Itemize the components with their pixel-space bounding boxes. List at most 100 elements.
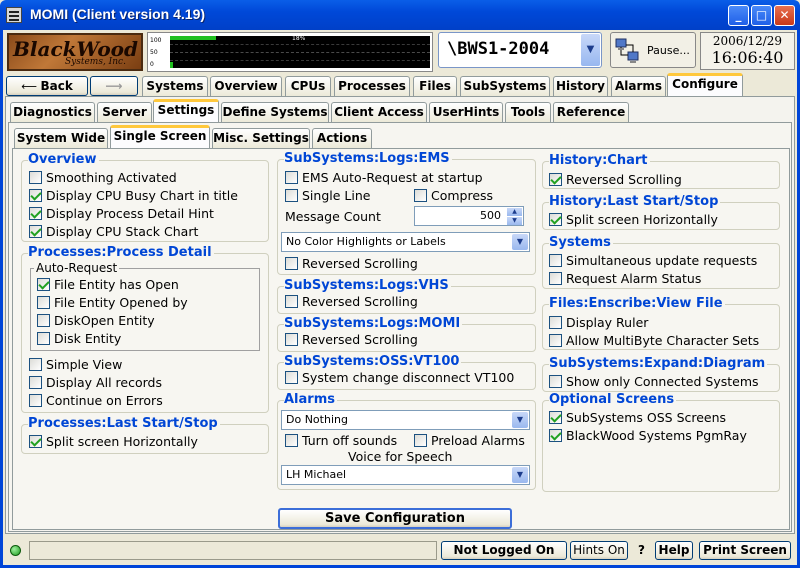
request-alarm-status-checkbox[interactable]: Request Alarm Status bbox=[549, 271, 701, 287]
display-ruler-checkbox[interactable]: Display Ruler bbox=[549, 315, 648, 331]
tab-diagnostics[interactable]: Diagnostics bbox=[10, 102, 95, 122]
message-count-spinner[interactable]: 500 ▲ ▼ bbox=[414, 206, 524, 226]
pgmray-checkbox[interactable]: BlackWood Systems PgmRay bbox=[549, 428, 747, 444]
history-split-horizontal-checkbox[interactable]: Split screen Horizontally bbox=[549, 212, 718, 228]
voice-select[interactable]: LH Michael ▼ bbox=[281, 465, 530, 485]
checkbox-box[interactable] bbox=[414, 189, 427, 202]
proc-split-horizontal-checkbox[interactable]: Split screen Horizontally bbox=[29, 434, 198, 450]
forward-button[interactable]: ⟶ bbox=[90, 76, 138, 96]
checkbox-box[interactable] bbox=[29, 394, 42, 407]
checkbox-box[interactable] bbox=[549, 429, 562, 442]
display-all-records-checkbox[interactable]: Display All records bbox=[29, 375, 162, 391]
checkbox-box[interactable] bbox=[37, 314, 50, 327]
chevron-down-icon[interactable]: ▼ bbox=[512, 412, 528, 428]
checkbox-box[interactable] bbox=[285, 257, 298, 270]
spin-up-icon[interactable]: ▲ bbox=[507, 208, 522, 216]
checkbox-box[interactable] bbox=[549, 316, 562, 329]
checkbox-box[interactable] bbox=[549, 213, 562, 226]
checkbox-box[interactable] bbox=[37, 296, 50, 309]
disk-entity-checkbox[interactable]: Disk Entity bbox=[37, 331, 121, 347]
chevron-down-icon[interactable]: ▼ bbox=[512, 467, 528, 483]
checkbox-box[interactable] bbox=[29, 435, 42, 448]
checkbox-box[interactable] bbox=[285, 295, 298, 308]
maximize-button[interactable]: □ bbox=[751, 5, 772, 26]
back-button[interactable]: ⟵ Back bbox=[6, 76, 88, 96]
login-status-button[interactable]: Not Logged On bbox=[441, 541, 567, 560]
tab-files[interactable]: Files bbox=[413, 76, 457, 96]
alarm-action-select[interactable]: Do Nothing ▼ bbox=[281, 410, 530, 430]
tab-history[interactable]: History bbox=[553, 76, 608, 96]
system-select[interactable]: \BWS1-2004 ▼ bbox=[438, 32, 602, 68]
tab-overview[interactable]: Overview bbox=[210, 76, 282, 96]
tab-cpus[interactable]: CPUs bbox=[285, 76, 331, 96]
checkbox-box[interactable] bbox=[29, 171, 42, 184]
spin-down-icon[interactable]: ▼ bbox=[507, 217, 522, 225]
tab-client-access[interactable]: Client Access bbox=[331, 102, 427, 122]
checkbox-box[interactable] bbox=[29, 207, 42, 220]
tab-tools[interactable]: Tools bbox=[505, 102, 551, 122]
question-icon[interactable]: ? bbox=[638, 543, 645, 557]
history-reversed-checkbox[interactable]: Reversed Scrolling bbox=[549, 172, 682, 188]
preload-alarms-checkbox[interactable]: Preload Alarms bbox=[414, 433, 525, 449]
cpu-stack-chart-checkbox[interactable]: Display CPU Stack Chart bbox=[29, 224, 198, 240]
print-screen-button[interactable]: Print Screen bbox=[699, 541, 791, 560]
checkbox-box[interactable] bbox=[285, 189, 298, 202]
checkbox-box[interactable] bbox=[29, 358, 42, 371]
pause-button[interactable]: Pause... bbox=[610, 32, 696, 68]
checkbox-box[interactable] bbox=[549, 375, 562, 388]
ems-reversed-checkbox[interactable]: Reversed Scrolling bbox=[285, 256, 418, 272]
tab-alarms[interactable]: Alarms bbox=[611, 76, 666, 96]
color-highlights-select[interactable]: No Color Highlights or Labels ▼ bbox=[281, 232, 530, 252]
file-entity-opened-by-checkbox[interactable]: File Entity Opened by bbox=[37, 295, 188, 311]
ems-auto-request-checkbox[interactable]: EMS Auto-Request at startup bbox=[285, 170, 483, 186]
chevron-down-icon[interactable]: ▼ bbox=[512, 234, 528, 250]
checkbox-box[interactable] bbox=[37, 332, 50, 345]
process-detail-hint-checkbox[interactable]: Display Process Detail Hint bbox=[29, 206, 214, 222]
tab-server[interactable]: Server bbox=[97, 102, 152, 122]
turn-off-sounds-checkbox[interactable]: Turn off sounds bbox=[285, 433, 397, 449]
checkbox-box[interactable] bbox=[37, 278, 50, 291]
diskopen-entity-checkbox[interactable]: DiskOpen Entity bbox=[37, 313, 155, 329]
momi-reversed-checkbox[interactable]: Reversed Scrolling bbox=[285, 332, 418, 348]
tab-subsystems[interactable]: SubSystems bbox=[460, 76, 550, 96]
checkbox-box[interactable] bbox=[285, 333, 298, 346]
checkbox-box[interactable] bbox=[29, 376, 42, 389]
checkbox-box[interactable] bbox=[29, 225, 42, 238]
minimize-button[interactable]: _ bbox=[728, 5, 749, 26]
tab-actions[interactable]: Actions bbox=[312, 128, 372, 148]
chevron-down-icon[interactable]: ▼ bbox=[581, 34, 600, 66]
save-configuration-button[interactable]: Save Configuration bbox=[278, 508, 512, 529]
checkbox-box[interactable] bbox=[285, 171, 298, 184]
oss-screens-checkbox[interactable]: SubSystems OSS Screens bbox=[549, 410, 726, 426]
checkbox-box[interactable] bbox=[549, 173, 562, 186]
single-line-checkbox[interactable]: Single Line bbox=[285, 188, 370, 204]
tab-reference[interactable]: Reference bbox=[553, 102, 629, 122]
checkbox-box[interactable] bbox=[549, 334, 562, 347]
smoothing-checkbox[interactable]: Smoothing Activated bbox=[29, 170, 177, 186]
tab-settings[interactable]: Settings bbox=[153, 99, 219, 122]
multibyte-checkbox[interactable]: Allow MultiByte Character Sets bbox=[549, 333, 759, 349]
help-button[interactable]: Help bbox=[655, 541, 693, 560]
hints-toggle-button[interactable]: Hints On bbox=[570, 541, 628, 560]
simultaneous-update-checkbox[interactable]: Simultaneous update requests bbox=[549, 253, 757, 269]
tab-single-screen[interactable]: Single Screen bbox=[110, 125, 210, 148]
checkbox-box[interactable] bbox=[285, 371, 298, 384]
tab-misc-settings[interactable]: Misc. Settings bbox=[212, 128, 310, 148]
show-connected-checkbox[interactable]: Show only Connected Systems bbox=[549, 374, 759, 390]
continue-on-errors-checkbox[interactable]: Continue on Errors bbox=[29, 393, 163, 409]
tab-configure[interactable]: Configure bbox=[667, 73, 743, 96]
checkbox-box[interactable] bbox=[29, 189, 42, 202]
checkbox-box[interactable] bbox=[414, 434, 427, 447]
cpu-busy-title-checkbox[interactable]: Display CPU Busy Chart in title bbox=[29, 188, 238, 204]
close-button[interactable]: ✕ bbox=[774, 5, 795, 26]
tab-system-wide[interactable]: System Wide bbox=[14, 128, 108, 148]
checkbox-box[interactable] bbox=[549, 272, 562, 285]
checkbox-box[interactable] bbox=[285, 434, 298, 447]
tab-define-systems[interactable]: Define Systems bbox=[221, 102, 329, 122]
vt100-disconnect-checkbox[interactable]: System change disconnect VT100 bbox=[285, 370, 514, 386]
tab-processes[interactable]: Processes bbox=[334, 76, 410, 96]
vhs-reversed-checkbox[interactable]: Reversed Scrolling bbox=[285, 294, 418, 310]
compress-checkbox[interactable]: Compress bbox=[414, 188, 493, 204]
tab-systems[interactable]: Systems bbox=[142, 76, 208, 96]
simple-view-checkbox[interactable]: Simple View bbox=[29, 357, 122, 373]
